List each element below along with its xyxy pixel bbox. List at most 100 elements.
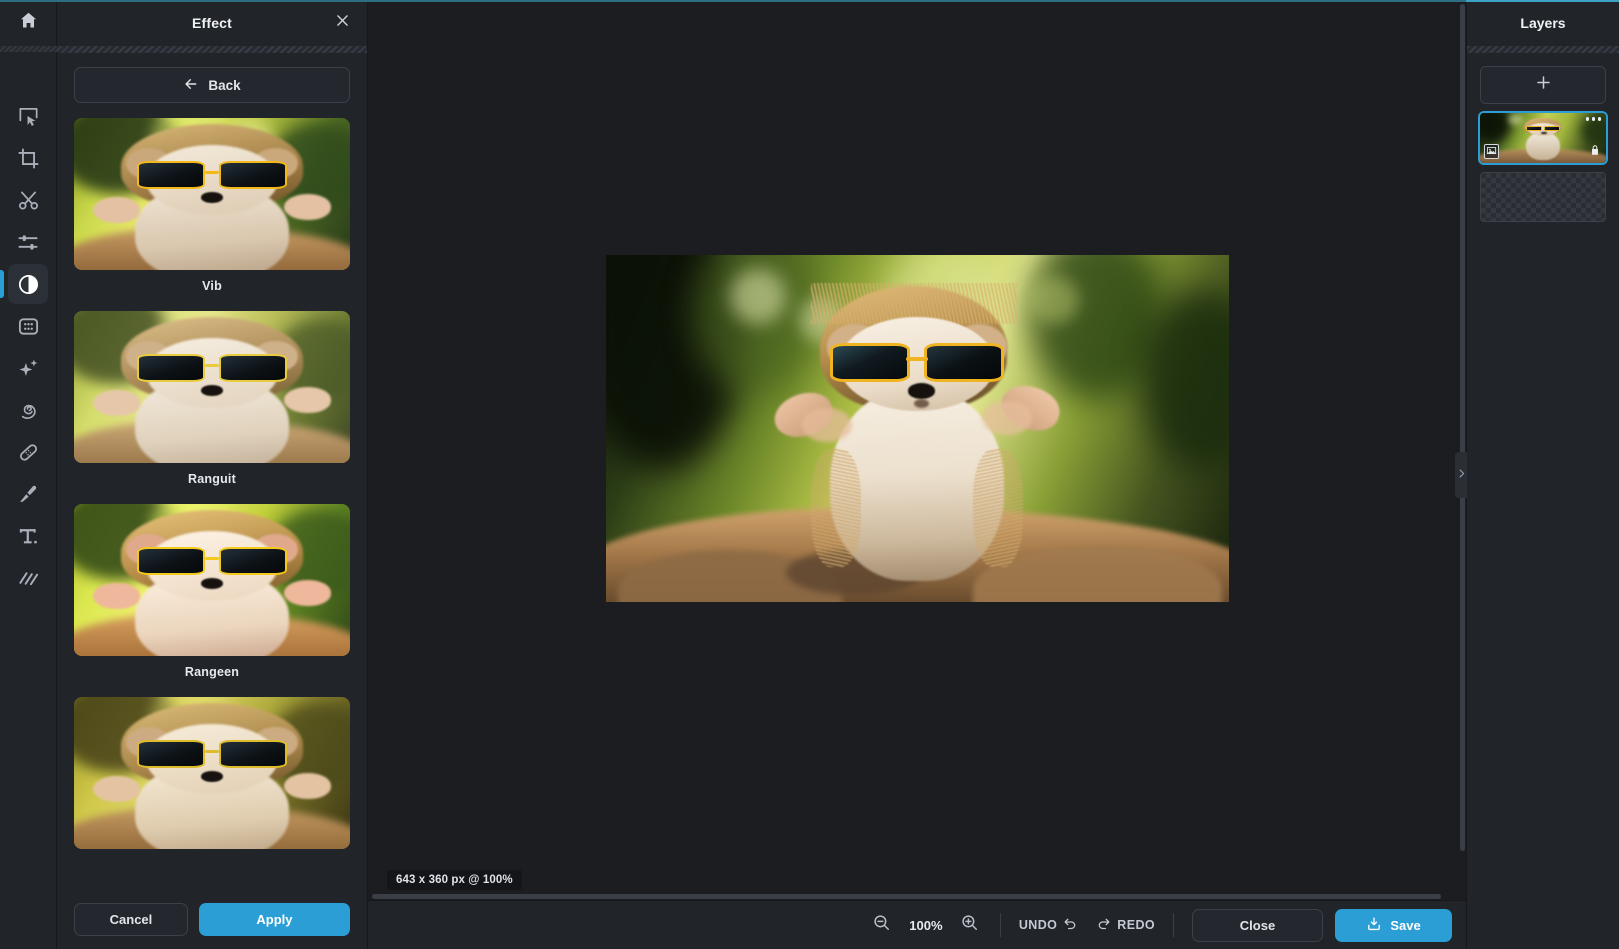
hedgehog-artwork-main [605, 255, 1229, 602]
plus-icon [1534, 73, 1553, 97]
effect-item[interactable]: Ranguit [74, 311, 350, 486]
editor-stage: 643 x 360 px @ 100% 100% UNDO REDO Close… [368, 0, 1466, 949]
lock-icon [1589, 143, 1601, 161]
contrast-icon [17, 273, 40, 296]
hedgehog-artwork [74, 311, 350, 463]
layers-panel: Layers [1455, 0, 1619, 949]
save-button-label: Save [1390, 917, 1421, 933]
redo-button[interactable]: REDO [1096, 916, 1155, 934]
brush-icon [17, 483, 40, 506]
blur-tool[interactable] [8, 390, 48, 430]
effect-panel: Effect Back Vib Ranguit Rangeen Cancel A… [57, 0, 368, 949]
redo-arrow-icon [1096, 916, 1111, 934]
apply-button[interactable]: Apply [198, 902, 350, 936]
effect-item[interactable]: Rangeen [74, 504, 350, 679]
sparkles-icon [17, 357, 40, 380]
hedgehog-artwork [74, 504, 350, 656]
layers-hatch-divider [1467, 46, 1619, 53]
enhance-tool[interactable] [8, 348, 48, 388]
canvas-horizontal-scrollbar[interactable] [372, 894, 1452, 899]
crop-icon [17, 147, 40, 170]
heal-tool[interactable] [8, 432, 48, 472]
zoom-in-icon [960, 913, 979, 937]
undo-button-label: UNDO [1018, 918, 1058, 932]
effect-tool[interactable] [0, 264, 48, 304]
crop-tool[interactable] [8, 138, 48, 178]
back-button[interactable]: Back [74, 67, 350, 103]
effect-thumbnail [74, 118, 350, 270]
canvas-area[interactable]: 643 x 360 px @ 100% [368, 0, 1466, 900]
sliders-icon [17, 231, 40, 254]
cancel-button[interactable]: Cancel [74, 902, 188, 936]
hedgehog-artwork [74, 118, 350, 270]
effect-label: Rangeen [184, 665, 240, 679]
zoom-level: 100% [909, 917, 943, 933]
hedgehog-artwork [74, 697, 350, 849]
effect-label: Vib [202, 279, 222, 293]
bottom-toolbar: 100% UNDO REDO Close Save [368, 900, 1466, 949]
effect-thumbnail [74, 697, 350, 849]
panel-hatch-divider [57, 46, 367, 53]
layers-list [1467, 53, 1619, 222]
close-button[interactable]: Close [1192, 908, 1323, 942]
scissors-icon [17, 189, 40, 212]
effect-item[interactable]: Vib [74, 118, 350, 293]
zoom-controls: 100% [870, 913, 1000, 937]
text-icon [17, 525, 40, 548]
close-panel-button[interactable] [329, 10, 355, 36]
mosaic-icon [17, 315, 40, 338]
zoom-in-button[interactable] [958, 913, 982, 937]
close-icon [334, 12, 351, 34]
pixelate-tool[interactable] [8, 306, 48, 346]
rail-divider [0, 46, 57, 52]
redo-button-label: REDO [1117, 918, 1155, 932]
effect-thumbnail [74, 311, 350, 463]
more-dots-icon [1585, 117, 1589, 121]
tool-rail [0, 0, 57, 949]
canvas-vertical-scrollbar[interactable] [1460, 4, 1465, 896]
layers-title: Layers [1520, 15, 1566, 31]
brush-tool[interactable] [8, 474, 48, 514]
save-button[interactable]: Save [1335, 908, 1452, 942]
layer-menu-button[interactable] [1585, 117, 1601, 121]
layers-panel-header: Layers [1467, 0, 1619, 46]
document-actions: Close Save [1174, 908, 1452, 942]
effect-item[interactable] [74, 697, 350, 849]
add-layer-button[interactable] [1480, 66, 1606, 104]
tool-list [0, 62, 48, 598]
zoom-out-icon [872, 913, 891, 937]
arrow-left-icon [183, 76, 199, 95]
zoom-out-button[interactable] [870, 913, 894, 937]
chevron-right-icon [1456, 466, 1467, 484]
adjust-tool[interactable] [8, 222, 48, 262]
back-button-label: Back [208, 77, 241, 93]
panel-title: Effect [191, 15, 233, 31]
effect-label: Ranguit [188, 472, 236, 486]
cut-tool[interactable] [8, 180, 48, 220]
layers-collapse-button[interactable] [1455, 451, 1467, 498]
top-accent-bar [0, 0, 1619, 2]
effect-panel-header: Effect [57, 0, 367, 46]
top-accent-bar-right [1466, 0, 1619, 2]
effect-panel-footer: Cancel Apply [57, 889, 367, 949]
undo-button[interactable]: UNDO [1019, 916, 1078, 934]
canvas-status: 643 x 360 px @ 100% [387, 870, 522, 890]
spiral-icon [17, 399, 40, 422]
effect-thumbnail [74, 504, 350, 656]
select-tool[interactable] [8, 96, 48, 136]
bandage-icon [17, 441, 40, 464]
text-tool[interactable] [8, 516, 48, 556]
back-button-wrap: Back [57, 53, 367, 103]
layer-type-badge [1484, 144, 1499, 159]
effect-list[interactable]: Vib Ranguit Rangeen [57, 103, 367, 889]
cursor-select-icon [17, 105, 40, 128]
canvas-image[interactable] [605, 255, 1229, 602]
layer-item-transparent[interactable] [1480, 172, 1606, 222]
image-icon [1486, 143, 1497, 161]
home-button[interactable] [0, 0, 57, 46]
frame-tool[interactable] [8, 558, 48, 598]
layer-item-image[interactable] [1478, 111, 1608, 165]
download-icon [1366, 916, 1382, 935]
layer-lock-button[interactable] [1588, 145, 1601, 159]
history-controls: UNDO REDO [1001, 916, 1173, 934]
